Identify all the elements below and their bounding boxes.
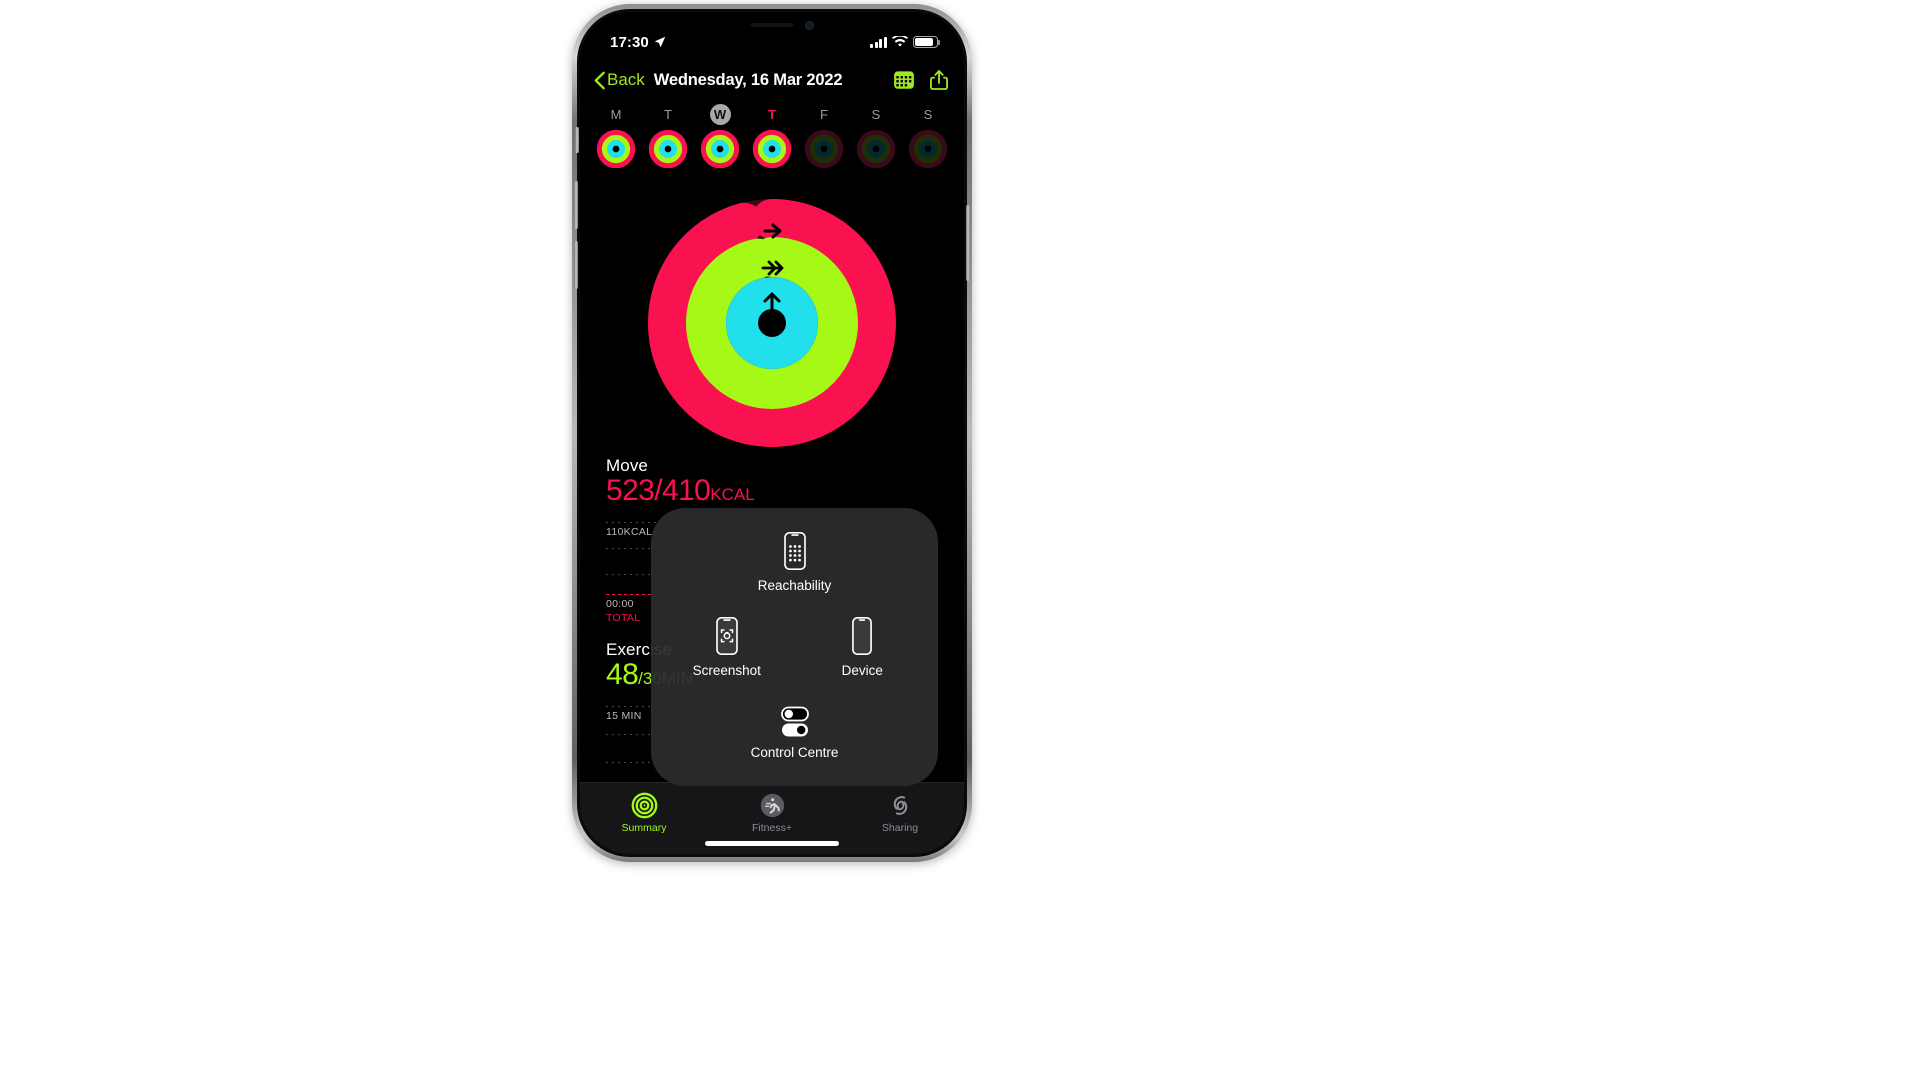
front-camera — [805, 21, 814, 30]
power-button[interactable] — [966, 205, 970, 281]
assistive-touch-device[interactable]: Device — [795, 605, 931, 690]
phone-screenshot-icon — [715, 617, 738, 656]
assistive-touch-reachability[interactable]: Reachability — [659, 520, 930, 605]
assistive-touch-label: Screenshot — [692, 663, 761, 679]
home-indicator[interactable] — [705, 841, 839, 846]
move-graph-label: 110KCAL — [606, 526, 653, 538]
silent-switch[interactable] — [575, 127, 579, 153]
mini-activity-rings — [700, 129, 740, 169]
location-arrow-icon — [654, 36, 666, 48]
week-day-wed[interactable]: W — [697, 104, 743, 169]
notch — [696, 12, 848, 39]
tab-label: Summary — [621, 821, 667, 834]
assistive-touch-screenshot[interactable]: Screenshot — [659, 605, 795, 690]
mini-activity-rings — [648, 129, 688, 169]
exercise-graph-label: 15 MIN — [606, 710, 642, 722]
phone-reachability-icon — [783, 532, 806, 571]
back-button-label: Back — [607, 70, 645, 89]
status-bar-right — [870, 36, 941, 48]
exercise-value-number: 48 — [606, 658, 639, 691]
sharing-rings-icon — [893, 795, 907, 815]
battery-icon — [913, 36, 941, 48]
tab-sharing[interactable]: Sharing — [836, 783, 964, 854]
assistive-touch-label: Reachability — [757, 578, 832, 594]
week-strip: M T W T F S S — [580, 104, 964, 169]
calendar-icon[interactable] — [893, 69, 915, 91]
status-bar-time: 17:30 — [610, 33, 649, 51]
move-value-unit: KCAL — [710, 485, 755, 504]
tab-label: Fitness+ — [752, 821, 792, 834]
screenshot-root: 17:30 Back Wednesday, 16 Mar 2022 M T W … — [0, 0, 1920, 1080]
move-title: Move — [606, 456, 648, 475]
week-day-mon[interactable]: M — [593, 104, 639, 169]
move-value-number: 523/410 — [606, 474, 711, 507]
navigation-bar: Back Wednesday, 16 Mar 2022 — [580, 58, 964, 102]
week-day-letter: S — [871, 107, 881, 122]
toggles-icon — [780, 706, 809, 737]
week-day-thu[interactable]: T — [749, 104, 795, 169]
page-title: Wednesday, 16 Mar 2022 — [653, 70, 843, 89]
activity-rings-large — [648, 199, 896, 447]
assistive-touch-control-centre[interactable]: Control Centre — [659, 691, 930, 776]
week-day-letter: T — [768, 107, 776, 122]
volume-up-button[interactable] — [574, 181, 578, 229]
mini-activity-rings — [804, 129, 844, 169]
week-day-letter: T — [664, 107, 672, 122]
assistive-touch-label: Device — [841, 663, 883, 679]
mini-activity-rings — [596, 129, 636, 169]
activity-rings-icon — [631, 792, 657, 818]
assistive-touch-label: Control Centre — [750, 744, 839, 760]
week-day-fri[interactable]: F — [801, 104, 847, 169]
week-day-letter: S — [923, 107, 933, 122]
week-day-letter: M — [610, 107, 622, 122]
move-total-label: TOTAL — [606, 612, 641, 624]
iphone-device-frame: 17:30 Back Wednesday, 16 Mar 2022 M T W … — [572, 4, 972, 862]
chevron-left-icon — [594, 71, 605, 89]
tab-label: Sharing — [881, 821, 919, 834]
assistive-touch-menu: Reachability Screenshot Device Control C… — [651, 508, 938, 786]
mini-activity-rings — [908, 129, 948, 169]
move-total-time: 00:00 — [606, 598, 634, 610]
week-day-tue[interactable]: T — [645, 104, 691, 169]
cellular-bars-icon — [870, 36, 887, 48]
phone-device-icon — [852, 617, 873, 656]
phone-screen: 17:30 Back Wednesday, 16 Mar 2022 M T W … — [580, 12, 964, 854]
back-button[interactable]: Back — [594, 70, 645, 90]
move-value: 523/410KCAL — [606, 474, 938, 508]
week-day-sat[interactable]: S — [853, 104, 899, 169]
exercise-ring — [686, 237, 858, 409]
mini-activity-rings — [856, 129, 896, 169]
earpiece-speaker — [750, 23, 794, 27]
wifi-icon — [892, 36, 908, 47]
week-day-letter: W — [709, 104, 731, 125]
mini-activity-rings — [752, 129, 792, 169]
volume-down-button[interactable] — [574, 241, 578, 289]
status-bar-left: 17:30 — [610, 34, 666, 51]
tab-summary[interactable]: Summary — [580, 783, 708, 854]
week-day-letter: F — [820, 107, 828, 122]
share-icon[interactable] — [928, 69, 950, 91]
running-person-icon — [760, 793, 784, 817]
phone-bezel: 17:30 Back Wednesday, 16 Mar 2022 M T W … — [574, 9, 970, 857]
week-day-sun[interactable]: S — [905, 104, 951, 169]
